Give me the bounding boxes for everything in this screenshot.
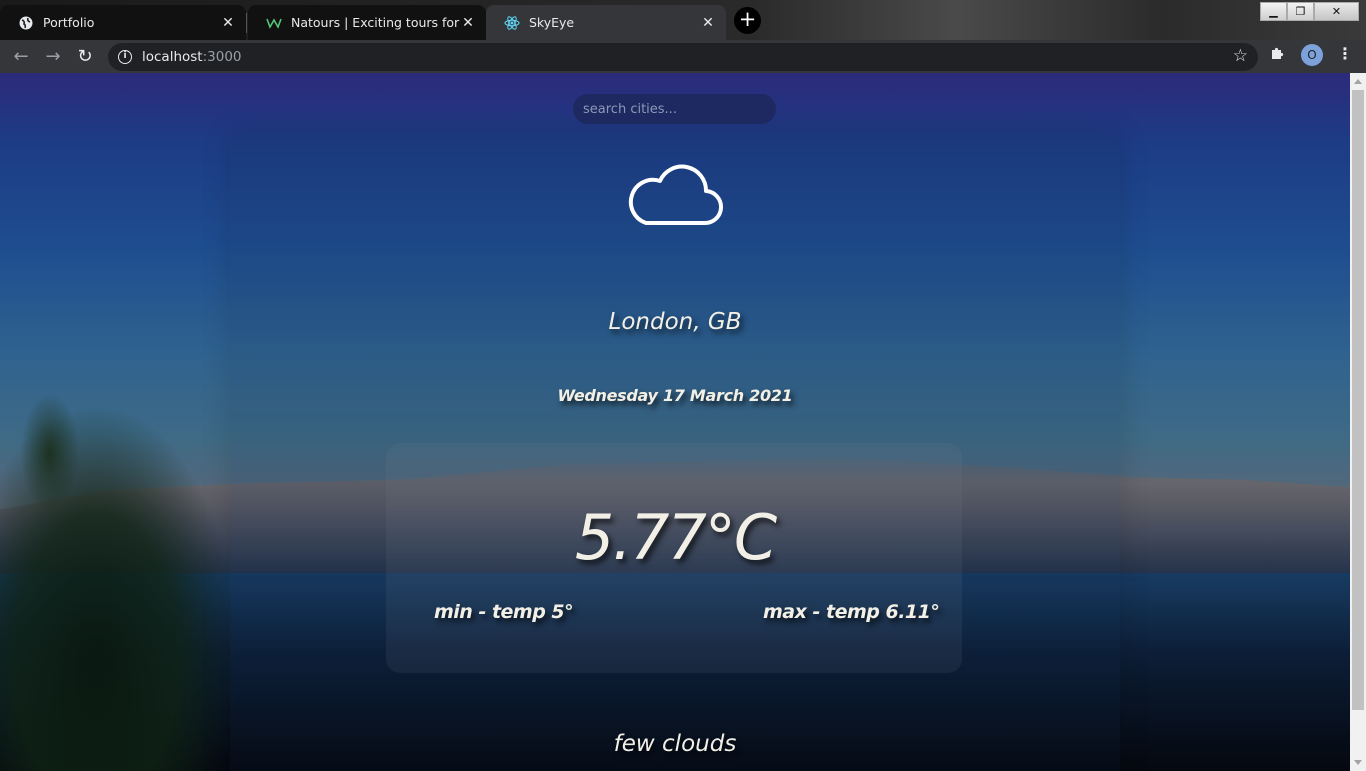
vertical-scrollbar[interactable] [1350, 73, 1366, 771]
scroll-up-arrow-icon[interactable] [1354, 79, 1362, 84]
kebab-menu-icon[interactable]: ⋮ [1337, 44, 1353, 63]
forward-arrow-icon[interactable]: → [40, 44, 66, 70]
window-close-icon[interactable]: ✕ [1314, 2, 1359, 21]
min-temperature: min - temp 5° [434, 601, 574, 623]
tab-close-icon[interactable]: ✕ [460, 15, 476, 31]
tab-divider [246, 13, 247, 33]
scroll-down-arrow-icon[interactable] [1354, 760, 1362, 765]
url-host: localhost [142, 49, 203, 65]
tab-natours[interactable]: Natours | Exciting tours for adver ✕ [248, 5, 486, 40]
tab-title: Natours | Exciting tours for adver [291, 15, 460, 30]
tab-skyeye[interactable]: SkyEye ✕ [486, 5, 726, 40]
weather-page: London, GB Wednesday 17 March 2021 5.77°… [0, 73, 1350, 771]
tab-close-icon[interactable]: ✕ [700, 15, 716, 31]
browser-toolbar: ← → ↻ i localhost:3000 ☆ O ⋮ [0, 40, 1366, 73]
address-bar[interactable]: i localhost:3000 ☆ [108, 43, 1258, 71]
tab-title: SkyEye [529, 15, 575, 30]
extensions-puzzle-icon[interactable] [1270, 46, 1285, 65]
globe-icon [18, 15, 34, 31]
profile-avatar[interactable]: O [1301, 44, 1323, 66]
scrollbar-thumb[interactable] [1352, 90, 1364, 710]
tab-title: Portfolio [43, 15, 95, 30]
weather-description: few clouds [613, 731, 737, 757]
current-date: Wednesday 17 March 2021 [557, 386, 793, 405]
url-port: :3000 [202, 49, 242, 65]
current-temperature: 5.77°C [574, 501, 777, 574]
tab-close-icon[interactable]: ✕ [220, 15, 236, 31]
window-controls: ▁ ❐ ✕ [1260, 2, 1359, 21]
reload-icon[interactable]: ↻ [72, 44, 98, 70]
react-logo-icon [504, 15, 520, 31]
background-tree-top [20, 393, 80, 513]
back-arrow-icon[interactable]: ← [8, 44, 34, 70]
site-info-icon[interactable]: i [118, 50, 132, 64]
minimize-icon[interactable]: ▁ [1260, 2, 1287, 21]
tab-portfolio[interactable]: Portfolio ✕ [0, 5, 246, 40]
address-url[interactable]: localhost:3000 [142, 49, 242, 65]
restore-icon[interactable]: ❐ [1287, 2, 1314, 21]
search-input[interactable] [573, 94, 776, 124]
natours-logo-icon [266, 15, 282, 31]
bookmark-star-icon[interactable]: ☆ [1233, 46, 1248, 66]
new-tab-button[interactable]: + [734, 7, 761, 34]
cloud-icon [626, 159, 726, 229]
tab-strip: Portfolio ✕ Natours | Exciting tours for… [0, 0, 1366, 40]
location-name: London, GB [608, 309, 742, 335]
max-temperature: max - temp 6.11° [763, 601, 940, 623]
